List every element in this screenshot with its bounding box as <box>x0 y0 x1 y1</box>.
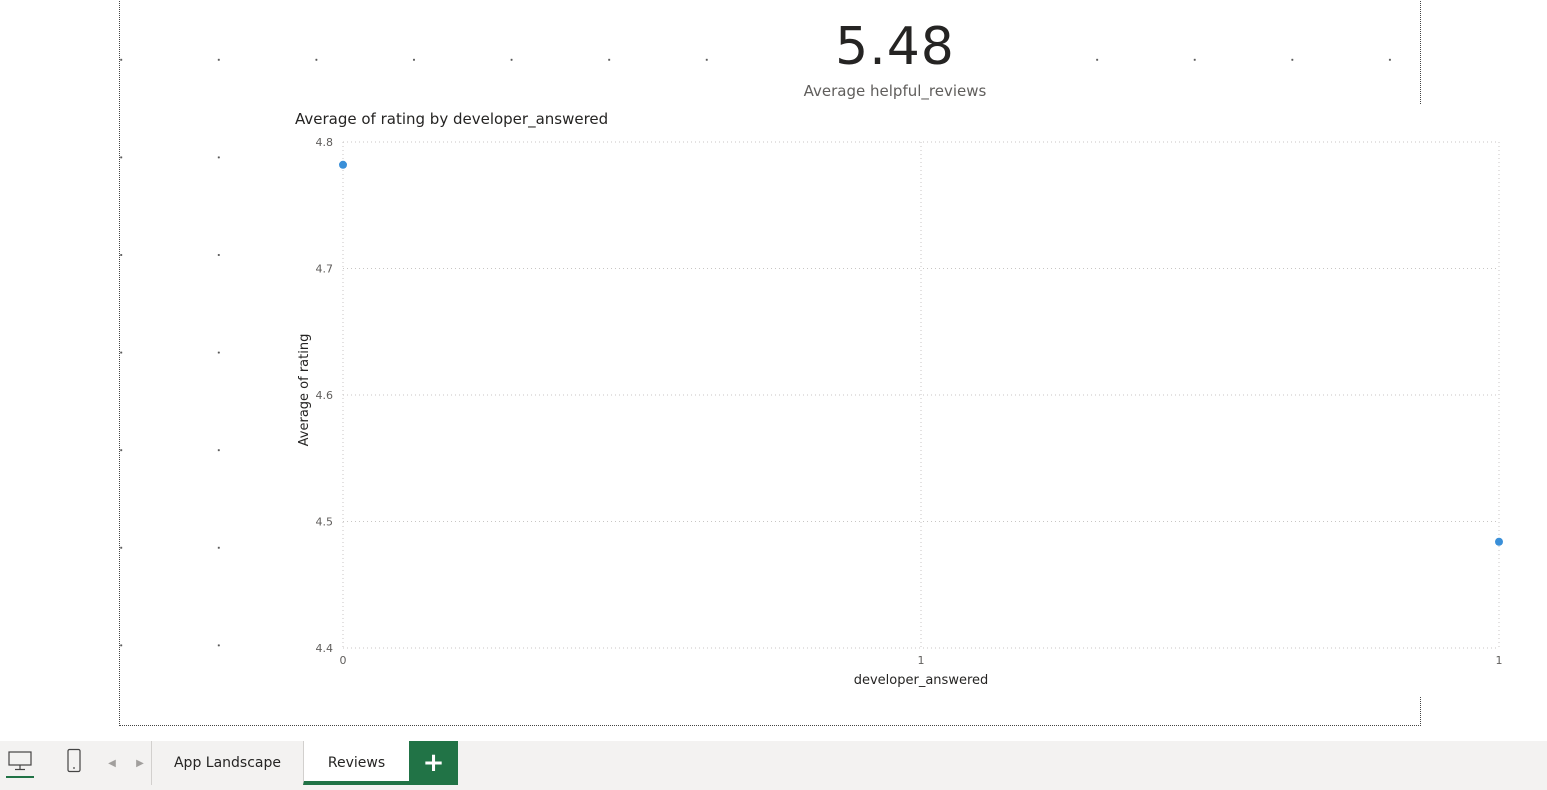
y-tick-label: 4.7 <box>316 263 334 276</box>
card-value: 5.48 <box>835 17 955 77</box>
monitor-icon <box>7 750 33 776</box>
tab-app-landscape[interactable]: App Landscape <box>151 741 303 785</box>
next-page-arrow-icon[interactable]: ▶ <box>130 741 150 785</box>
data-point[interactable] <box>339 160 347 169</box>
y-axis-title: Average of rating <box>297 334 312 447</box>
chart-svg: 4.8 4.7 4.6 4.5 4.4 0 1 1 developer_answered Av… <box>297 136 1503 688</box>
mobile-view-button[interactable] <box>58 741 90 785</box>
card-label: Average helpful_reviews <box>803 82 987 100</box>
x-tick-label: 1 <box>1496 654 1503 667</box>
x-tick-label: 1 <box>918 654 925 667</box>
scatter-chart-visual[interactable]: 4.8 4.7 4.6 4.5 4.4 0 1 1 developer_answered Av… <box>290 104 1510 696</box>
data-point[interactable] <box>1495 537 1503 546</box>
x-tick-label: 0 <box>340 654 347 667</box>
report-canvas[interactable]: 5.48 Average helpful_reviews 4.8 4.7 4.6 4.… <box>119 0 1510 726</box>
x-axis-title: developer_answered <box>854 673 989 688</box>
page-navigation-bar: ◀ ▶ App Landscape Reviews + <box>0 741 1547 786</box>
chart-title: Average of rating by developer_answered <box>295 110 609 128</box>
desktop-view-button[interactable] <box>4 741 36 785</box>
tab-reviews[interactable]: Reviews <box>303 741 409 785</box>
y-tick-label: 4.4 <box>316 642 334 655</box>
y-tick-label: 4.6 <box>316 389 334 402</box>
previous-page-arrow-icon[interactable]: ◀ <box>102 741 122 785</box>
report-page: 5.48 Average helpful_reviews 4.8 4.7 4.6 4.… <box>0 0 1547 790</box>
y-tick-label: 4.8 <box>316 136 334 149</box>
add-page-button[interactable]: + <box>409 741 458 785</box>
page-bar-bottom-strip <box>0 785 1547 790</box>
chart-ticks: 4.8 4.7 4.6 4.5 4.4 0 1 1 <box>316 136 1503 667</box>
card-visual[interactable]: 5.48 Average helpful_reviews <box>750 13 1040 105</box>
phone-icon <box>65 748 83 778</box>
chart-gridlines <box>342 141 1500 649</box>
y-tick-label: 4.5 <box>316 516 334 529</box>
